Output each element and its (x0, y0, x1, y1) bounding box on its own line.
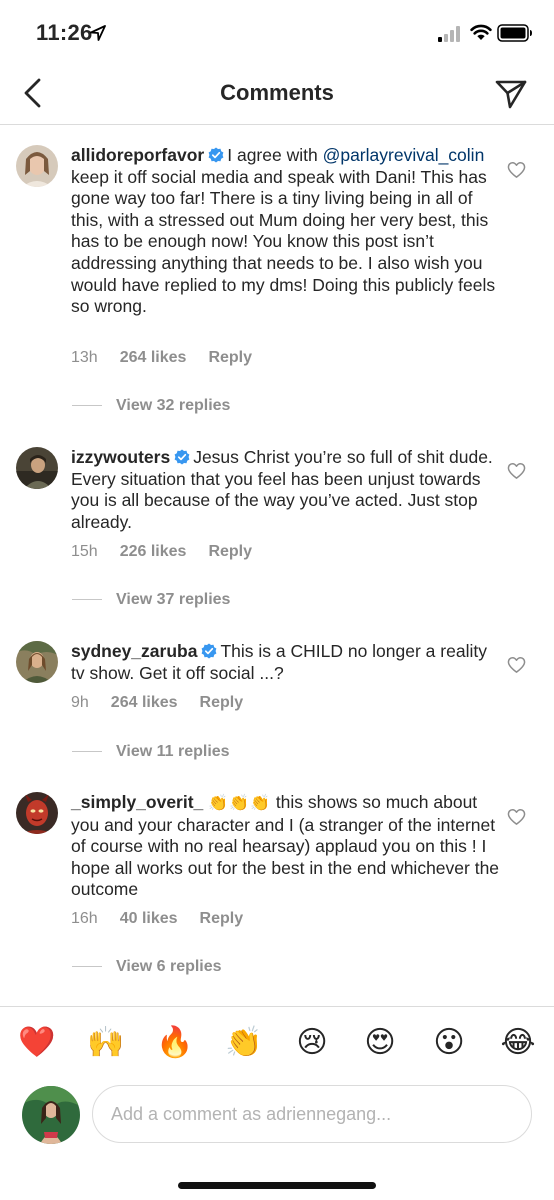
reply-button[interactable]: Reply (208, 543, 252, 560)
home-indicator (178, 1182, 376, 1189)
comment-text: sydney_zaruba This is a CHILD no longer a… (71, 641, 501, 684)
paper-plane-icon[interactable] (494, 78, 528, 110)
heart-outline-icon[interactable] (507, 808, 526, 826)
avatar[interactable] (16, 641, 58, 683)
verified-badge-icon (202, 643, 217, 659)
emoji-surprised-face[interactable]: 😮 (431, 1025, 467, 1061)
location-arrow-icon (90, 25, 106, 41)
comment-time: 13h (71, 349, 98, 366)
comment-meta: 16h 40 likes Reply (71, 910, 265, 928)
clapping-hands-emoji: 👏👏👏 (208, 795, 271, 812)
heart-outline-icon[interactable] (507, 462, 526, 480)
verified-badge-icon (174, 449, 190, 465)
comment-meta: 13h 264 likes Reply (71, 349, 274, 367)
cellular-signal-icon (438, 26, 460, 42)
emoji-red-heart[interactable]: ❤️ (18, 1025, 55, 1061)
comment-input[interactable] (92, 1085, 532, 1143)
comment-text: izzywouters Jesus Christ you’re so full o… (71, 447, 501, 533)
reply-button[interactable]: Reply (200, 694, 244, 711)
emoji-tears-of-joy[interactable]: 😂 (500, 1025, 536, 1061)
comment-meta: 9h 264 likes Reply (71, 694, 265, 712)
heart-outline-icon[interactable] (507, 161, 526, 179)
comment-mention-link[interactable]: @parlayrevival_colin (323, 145, 485, 165)
view-replies-label: View 37 replies (116, 591, 231, 608)
comment-username[interactable]: _simply_overit_ (71, 792, 203, 812)
avatar[interactable] (16, 792, 58, 834)
view-replies-button[interactable]: View 11 replies (72, 743, 230, 761)
avatar[interactable] (16, 447, 58, 489)
comment-text: _simply_overit_ 👏👏👏 this shows so much a… (71, 792, 501, 901)
replies-divider (72, 599, 102, 601)
comment-time: 15h (71, 543, 98, 560)
comment-text: allidoreporfavor I agree with @parlayrevi… (71, 145, 501, 318)
view-replies-label: View 11 replies (116, 743, 230, 760)
emoji-crying-face[interactable]: 😢 (294, 1025, 330, 1061)
status-time: 11:26 (36, 20, 93, 45)
page-title: Comments (220, 80, 334, 105)
reply-button[interactable]: Reply (200, 910, 244, 927)
reply-button[interactable]: Reply (208, 349, 252, 366)
comment-likes[interactable]: 264 likes (120, 349, 187, 366)
view-replies-label: View 6 replies (116, 958, 222, 975)
comment-username[interactable]: sydney_zaruba (71, 641, 197, 661)
emoji-quick-bar: ❤️ 🙌 🔥 👏 😢 😍 😮 😂 (0, 1006, 554, 1083)
view-replies-button[interactable]: View 37 replies (72, 591, 230, 609)
header: Comments (0, 66, 554, 125)
comment-likes[interactable]: 226 likes (120, 543, 187, 560)
comment-likes[interactable]: 264 likes (111, 694, 178, 711)
view-replies-button[interactable]: View 6 replies (72, 958, 222, 976)
replies-divider (72, 751, 102, 753)
replies-divider (72, 405, 102, 407)
emoji-heart-eyes[interactable]: 😍 (362, 1025, 398, 1061)
replies-divider (72, 966, 102, 968)
avatar[interactable] (16, 145, 58, 187)
view-replies-label: View 32 replies (116, 397, 231, 414)
comment-meta: 15h 226 likes Reply (71, 543, 274, 561)
view-replies-button[interactable]: View 32 replies (72, 397, 230, 415)
wifi-icon (470, 24, 492, 40)
verified-badge-icon (208, 147, 224, 163)
comment-time: 9h (71, 694, 89, 711)
comment-username[interactable]: izzywouters (71, 447, 170, 467)
emoji-clapping-hands[interactable]: 👏 (225, 1025, 262, 1061)
current-user-avatar (22, 1086, 80, 1144)
heart-outline-icon[interactable] (507, 656, 526, 674)
comment-body: I agree with (227, 145, 318, 165)
emoji-raising-hands[interactable]: 🙌 (87, 1025, 124, 1061)
comment-likes[interactable]: 40 likes (120, 910, 178, 927)
battery-icon (497, 24, 532, 42)
status-bar: 11:26 (0, 0, 554, 66)
comment-time: 16h (71, 910, 98, 927)
emoji-fire[interactable]: 🔥 (156, 1025, 193, 1061)
comment-body: keep it off social media and speak with … (71, 166, 496, 317)
comment-username[interactable]: allidoreporfavor (71, 145, 204, 165)
